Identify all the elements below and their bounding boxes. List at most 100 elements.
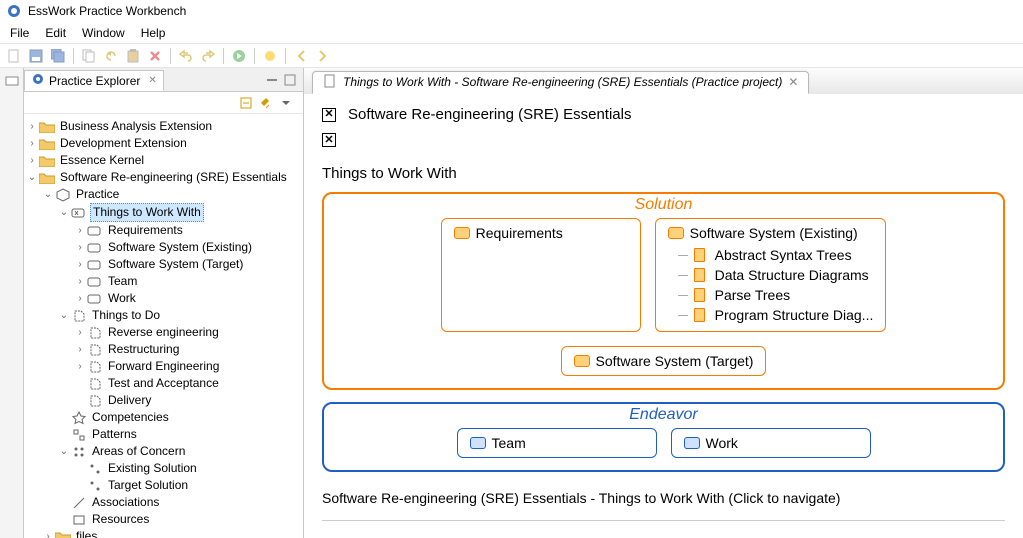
tree-item-dev-extension[interactable]: ›Development Extension <box>26 135 301 152</box>
menu-help[interactable]: Help <box>133 24 174 42</box>
tool-undo[interactable] <box>101 46 121 66</box>
tool-debug[interactable] <box>260 46 280 66</box>
gutter-restore-icon[interactable] <box>3 72 21 90</box>
tree-item-associations[interactable]: Associations <box>58 494 301 511</box>
hexagon-icon <box>55 187 71 203</box>
tree-item-competencies[interactable]: Competencies <box>58 409 301 426</box>
alpha-icon <box>574 355 590 367</box>
close-icon[interactable]: ✕ <box>148 75 156 86</box>
tree-item-work[interactable]: ›Work <box>74 290 301 307</box>
card-work[interactable]: Work <box>671 428 871 458</box>
tree-item-forward-eng[interactable]: ›Forward Engineering <box>74 358 301 375</box>
tree-item-areas-of-concern[interactable]: ⌄Areas of Concern <box>58 443 301 460</box>
folder-icon <box>39 153 55 169</box>
link-editor-icon[interactable] <box>259 96 273 110</box>
tool-copy[interactable] <box>79 46 99 66</box>
resources-icon <box>71 512 87 528</box>
tree-item-things-to-work-with[interactable]: ⌄Things to Work With <box>58 203 301 222</box>
main: Practice Explorer ✕ ›Business Analysis E… <box>0 68 1023 538</box>
concern-item-icon <box>87 461 103 477</box>
alpha-icon <box>87 223 103 239</box>
tree-item-restructuring[interactable]: ›Restructuring <box>74 341 301 358</box>
tree-item-target-solution[interactable]: Target Solution <box>74 477 301 494</box>
editor-tab-active[interactable]: Things to Work With - Software Re-engine… <box>312 71 809 94</box>
concern-icon <box>71 444 87 460</box>
alpha-icon <box>87 274 103 290</box>
work-product-icon <box>694 308 705 322</box>
window-title: EssWork Practice Workbench <box>28 4 186 18</box>
menu-file[interactable]: File <box>2 24 37 42</box>
sub-pt[interactable]: Parse Trees <box>678 285 874 305</box>
tool-back[interactable] <box>291 46 311 66</box>
tool-save[interactable] <box>26 46 46 66</box>
card-ss-target[interactable]: Software System (Target) <box>561 346 767 376</box>
sidebar-title: Practice Explorer <box>49 74 140 88</box>
collapse-all-icon[interactable] <box>239 96 253 110</box>
activity-icon <box>87 325 103 341</box>
concern-endeavor: Endeavor Team Work <box>322 402 1005 472</box>
folder-icon <box>55 529 71 538</box>
tree-item-patterns[interactable]: Patterns <box>58 426 301 443</box>
tree-item-essence-kernel[interactable]: ›Essence Kernel <box>26 152 301 169</box>
tree-item-things-to-do[interactable]: ⌄Things to Do <box>58 307 301 324</box>
close-icon[interactable]: ✕ <box>788 75 798 89</box>
tree-item-files[interactable]: ›files <box>42 528 301 538</box>
tool-save-all[interactable] <box>48 46 68 66</box>
maximize-icon[interactable] <box>283 73 297 87</box>
nav-line[interactable]: Software Re-engineering (SRE) Essentials… <box>322 490 1005 506</box>
collapse-section-icon[interactable]: ✕ <box>322 108 336 122</box>
alpha-icon <box>668 227 684 239</box>
tree: ›Business Analysis Extension ›Developmen… <box>24 114 303 538</box>
tree-item-business-analysis[interactable]: ›Business Analysis Extension <box>26 118 301 135</box>
concern-solution: Solution Requirements Software System (E… <box>322 192 1005 390</box>
activity-icon <box>87 393 103 409</box>
tool-undo2[interactable] <box>176 46 196 66</box>
folder-icon <box>39 119 55 135</box>
tool-forward[interactable] <box>313 46 333 66</box>
collapse-section-icon[interactable]: ✕ <box>322 133 336 147</box>
alpha-icon <box>87 257 103 273</box>
tree-item-ss-existing[interactable]: ›Software System (Existing) <box>74 239 301 256</box>
minimize-icon[interactable] <box>265 73 279 87</box>
view-menu-icon[interactable] <box>279 96 293 110</box>
left-gutter <box>0 68 24 538</box>
tree-item-practice[interactable]: ⌄Practice <box>42 186 301 203</box>
alpha-group-icon <box>71 205 87 221</box>
tab-practice-explorer[interactable]: Practice Explorer ✕ <box>24 70 164 91</box>
work-product-icon <box>694 248 705 262</box>
card-team[interactable]: Team <box>457 428 657 458</box>
tool-run[interactable] <box>229 46 249 66</box>
concern-label-endeavor: Endeavor <box>629 406 698 424</box>
tree-item-test-accept[interactable]: Test and Acceptance <box>74 375 301 392</box>
tree-item-team[interactable]: ›Team <box>74 273 301 290</box>
card-ss-existing[interactable]: Software System (Existing) Abstract Synt… <box>655 218 887 332</box>
tree-item-delivery[interactable]: Delivery <box>74 392 301 409</box>
section-title: Things to Work With <box>322 165 1005 182</box>
sub-psd[interactable]: Program Structure Diag... <box>678 305 874 325</box>
tree-item-reverse-eng[interactable]: ›Reverse engineering <box>74 324 301 341</box>
menu-window[interactable]: Window <box>74 24 133 42</box>
work-product-icon <box>694 288 705 302</box>
tree-item-existing-solution[interactable]: Existing Solution <box>74 460 301 477</box>
tree-item-resources[interactable]: Resources <box>58 511 301 528</box>
card-requirements[interactable]: Requirements <box>441 218 641 332</box>
tool-paste[interactable] <box>123 46 143 66</box>
star-icon <box>71 410 87 426</box>
tree-item-sre[interactable]: ⌄Software Re-engineering (SRE) Essential… <box>26 169 301 186</box>
tool-redo[interactable] <box>198 46 218 66</box>
pattern-icon <box>71 427 87 443</box>
activity-group-icon <box>71 308 87 324</box>
sub-dsd[interactable]: Data Structure Diagrams <box>678 265 874 285</box>
tool-delete[interactable] <box>145 46 165 66</box>
concern-label-solution: Solution <box>635 196 693 214</box>
menu-edit[interactable]: Edit <box>37 24 74 42</box>
activity-icon <box>87 342 103 358</box>
tree-item-requirements[interactable]: ›Requirements <box>74 222 301 239</box>
sidebar-sub-toolbar <box>24 92 303 114</box>
tree-item-ss-target[interactable]: ›Software System (Target) <box>74 256 301 273</box>
sub-ast[interactable]: Abstract Syntax Trees <box>678 245 874 265</box>
sidebar-tabs: Practice Explorer ✕ <box>24 68 303 92</box>
tool-new[interactable] <box>4 46 24 66</box>
toolbar <box>0 44 1023 68</box>
editor: Things to Work With - Software Re-engine… <box>304 68 1023 538</box>
